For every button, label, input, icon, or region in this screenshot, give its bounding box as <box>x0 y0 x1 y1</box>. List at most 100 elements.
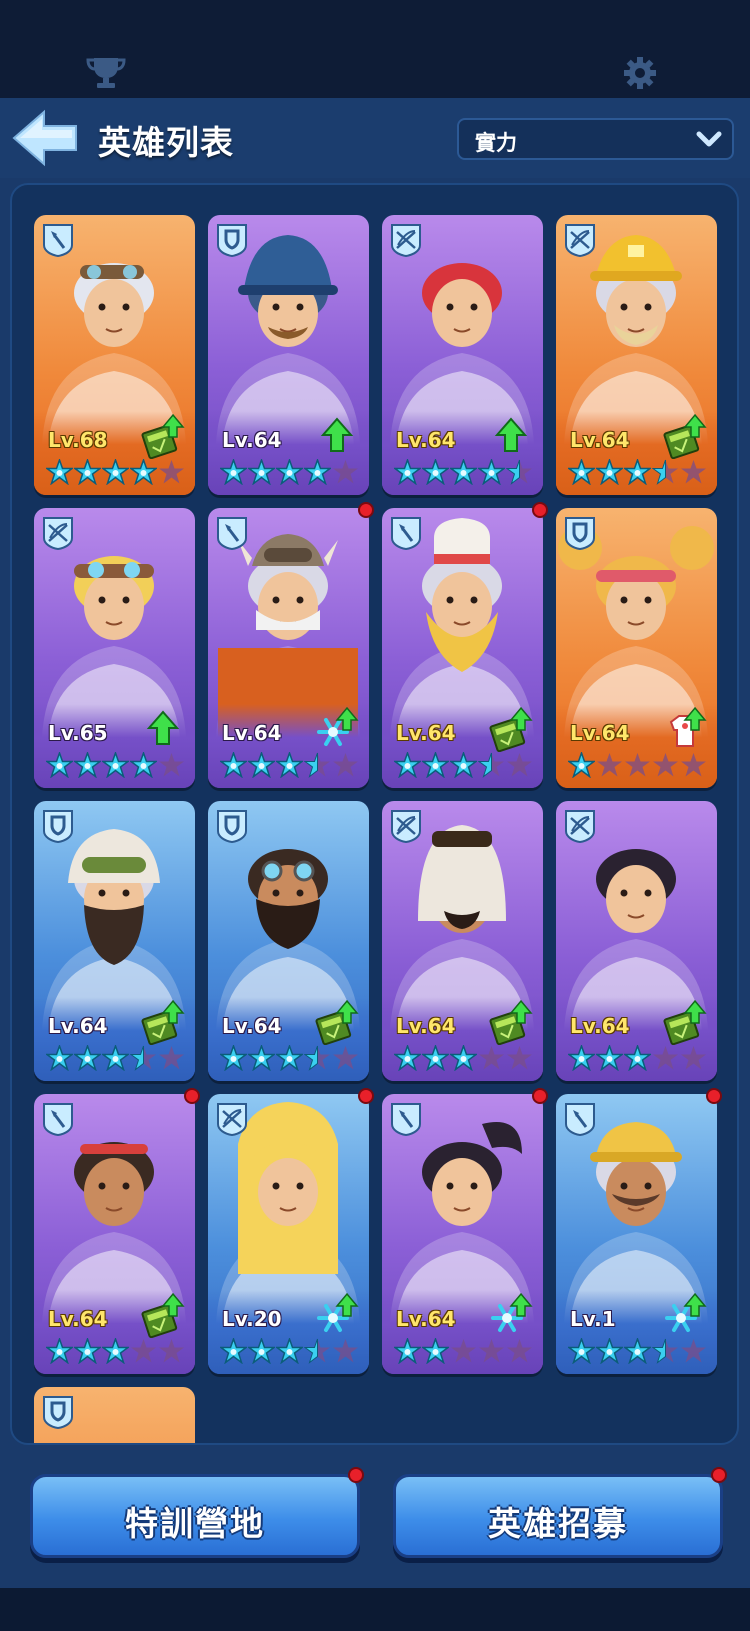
star-icon <box>74 1045 101 1071</box>
hero-level: Lv.64 <box>396 1014 456 1038</box>
star-icon <box>333 1046 358 1070</box>
star-icon <box>568 752 595 778</box>
hero-card[interactable]: Lv.64 <box>34 801 195 1081</box>
hero-recruit-button[interactable]: 英雄招募 <box>393 1474 723 1558</box>
hero-card[interactable]: Lv.64 <box>208 508 369 788</box>
star-icon <box>681 1339 706 1363</box>
hero-card[interactable]: Lv.20 <box>208 1094 369 1374</box>
hero-card[interactable]: Lv.68 <box>34 215 195 495</box>
book-icon <box>663 999 707 1045</box>
star-icon <box>333 460 358 484</box>
hero-card[interactable]: Lv.64 <box>382 801 543 1081</box>
hero-card[interactable]: Lv.1 <box>556 1094 717 1374</box>
book-icon <box>141 1292 185 1338</box>
shovel-icon <box>391 517 421 550</box>
hero-notification-dot <box>532 1088 548 1104</box>
hero-card[interactable]: Lv.64 <box>556 801 717 1081</box>
star-icon <box>625 753 650 777</box>
shovel-icon <box>391 1103 421 1136</box>
shovel-icon <box>43 1103 73 1136</box>
sort-dropdown[interactable]: 實力 <box>457 118 734 160</box>
star-icon <box>130 459 157 485</box>
star-icon <box>248 1338 275 1364</box>
book-icon <box>141 413 185 459</box>
star-icon <box>74 459 101 485</box>
star-icon <box>102 1338 129 1364</box>
hero-notification-dot <box>184 1088 200 1104</box>
hero-card[interactable]: Lv.64 <box>382 215 543 495</box>
star-icon <box>507 1339 532 1363</box>
settings-gear-icon[interactable] <box>620 56 660 90</box>
book-icon <box>315 999 359 1045</box>
hero-recruit-notification-dot <box>711 1467 727 1483</box>
hero-grid-panel[interactable]: Lv.68 Lv.64 Lv.64 Lv.64 Lv.65 Lv.64 Lv.64 Lv.64… <box>10 183 739 1445</box>
star-icon <box>394 1045 421 1071</box>
star-icon <box>450 752 477 778</box>
star-icon <box>624 1045 651 1071</box>
chevron-down-icon <box>696 131 722 147</box>
star-icon <box>653 1046 678 1070</box>
star-icon <box>568 1045 595 1071</box>
star-icon <box>624 459 651 485</box>
star-icon <box>568 459 595 485</box>
star-icon <box>276 459 303 485</box>
hero-card[interactable]: Lv.64 <box>556 215 717 495</box>
star-icon <box>248 752 275 778</box>
hero-star-rating <box>568 1338 708 1364</box>
hero-card[interactable]: Lv.64 <box>556 508 717 788</box>
crossbow-icon <box>43 517 73 550</box>
coat-icon <box>669 706 707 747</box>
star-icon <box>74 752 101 778</box>
hero-level: Lv.64 <box>222 428 282 452</box>
hero-card[interactable]: Lv.64 <box>382 508 543 788</box>
star-icon <box>681 1046 706 1070</box>
crossbow-icon <box>217 1103 247 1136</box>
star-icon <box>220 752 247 778</box>
arrow-icon <box>494 417 528 452</box>
hero-level: Lv.64 <box>396 721 456 745</box>
star-icon <box>596 1338 623 1364</box>
shovel-icon <box>217 517 247 550</box>
hero-level: Lv.64 <box>570 721 630 745</box>
star-icon <box>394 459 421 485</box>
star-icon <box>159 1339 184 1363</box>
training-camp-notification-dot <box>348 1467 364 1483</box>
top-bar <box>0 0 750 98</box>
hero-star-rating <box>220 1338 360 1364</box>
hero-level: Lv.64 <box>48 1014 108 1038</box>
star-icon <box>681 753 706 777</box>
hero-card[interactable] <box>34 1387 195 1443</box>
star-icon <box>102 459 129 485</box>
book-icon <box>489 999 533 1045</box>
star-icon <box>276 752 303 778</box>
hero-star-rating <box>46 459 186 485</box>
hero-card[interactable]: Lv.64 <box>208 215 369 495</box>
hero-notification-dot <box>532 502 548 518</box>
star-icon <box>220 1045 247 1071</box>
hero-level: Lv.64 <box>570 428 630 452</box>
star-icon <box>304 1338 330 1364</box>
hero-card[interactable]: Lv.64 <box>382 1094 543 1374</box>
book-icon <box>141 999 185 1045</box>
hero-card[interactable]: Lv.65 <box>34 508 195 788</box>
hero-notification-dot <box>358 1088 374 1104</box>
trophy-icon[interactable] <box>86 56 126 90</box>
crossbow-icon <box>391 224 421 257</box>
arrow-icon <box>146 710 180 745</box>
hero-recruit-label: 英雄招募 <box>488 1504 628 1543</box>
star-icon <box>478 459 505 485</box>
star-icon <box>596 1045 623 1071</box>
crossbow-icon <box>565 224 595 257</box>
star-icon <box>681 460 706 484</box>
hero-level: Lv.64 <box>396 428 456 452</box>
hero-star-rating <box>568 752 708 778</box>
hero-card[interactable]: Lv.64 <box>208 801 369 1081</box>
hero-level: Lv.64 <box>222 721 282 745</box>
back-arrow-icon[interactable] <box>10 108 80 168</box>
hero-card[interactable]: Lv.64 <box>34 1094 195 1374</box>
star-icon <box>130 752 157 778</box>
shield-icon <box>43 810 73 843</box>
header: 英雄列表 實力 <box>0 98 750 178</box>
star-icon <box>304 1045 330 1071</box>
training-camp-button[interactable]: 特訓營地 <box>30 1474 360 1558</box>
